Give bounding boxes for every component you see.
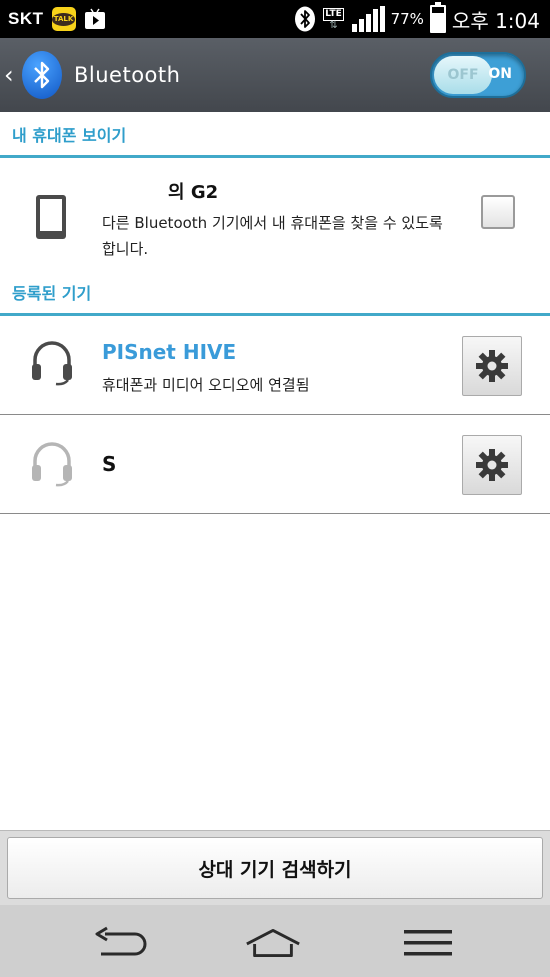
home-icon[interactable] xyxy=(243,923,303,963)
menu-icon[interactable] xyxy=(398,923,458,963)
bluetooth-icon[interactable] xyxy=(22,51,62,99)
device-settings-button[interactable] xyxy=(462,435,522,495)
toggle-on-label: ON xyxy=(488,66,512,82)
toggle-off-label: OFF xyxy=(447,67,479,83)
action-bar: ‹ Bluetooth OFF ON xyxy=(0,38,550,112)
device-name: PISnet HIVE xyxy=(102,340,237,364)
phone-icon xyxy=(36,195,66,239)
battery-percent: 77% xyxy=(390,10,424,28)
bluetooth-toggle[interactable]: OFF ON xyxy=(430,52,526,98)
device-status: 휴대폰과 미디어 오디오에 연결됨 xyxy=(102,376,310,394)
clock: 오후 1:04 xyxy=(451,8,540,33)
device-name: S xyxy=(102,452,117,476)
headset-icon xyxy=(32,341,72,386)
gear-icon xyxy=(476,449,508,481)
visibility-description: 다른 Bluetooth 기기에서 내 휴대폰을 찾을 수 있도록 합니다. xyxy=(102,214,443,258)
headset-icon xyxy=(32,442,72,487)
bottom-bar: 상대 기기 검색하기 xyxy=(0,830,550,905)
battery-icon xyxy=(429,2,446,33)
play-store-icon xyxy=(84,8,105,29)
navigation-bar xyxy=(0,905,550,977)
visibility-checkbox[interactable] xyxy=(481,195,515,229)
lte-icon: LTE ⇅ xyxy=(323,7,344,31)
toggle-knob[interactable]: OFF xyxy=(434,56,492,94)
device-name: 의 G2 xyxy=(168,182,219,203)
paired-device-row[interactable]: S xyxy=(0,415,550,514)
page-title: Bluetooth xyxy=(74,63,181,87)
signal-strength-icon xyxy=(351,6,385,32)
gear-icon xyxy=(476,350,508,382)
section-header-paired: 등록된 기기 xyxy=(0,270,550,316)
chevron-left-icon[interactable]: ‹ xyxy=(4,61,20,89)
kakaotalk-icon: TALK xyxy=(51,7,76,31)
device-settings-button[interactable] xyxy=(462,336,522,396)
status-bar: SKT TALK LTE ⇅ 77% 오후 1:04 xyxy=(0,0,550,38)
kakaotalk-badge-text: TALK xyxy=(51,12,76,26)
bluetooth-status-icon xyxy=(294,6,315,32)
paired-device-row[interactable]: PISnet HIVE 휴대폰과 미디어 오디오에 연결됨 xyxy=(0,316,550,415)
carrier-label: SKT xyxy=(8,9,44,28)
section-header-visibility: 내 휴대폰 보이기 xyxy=(0,112,550,158)
back-arrow-icon[interactable] xyxy=(90,923,150,963)
search-devices-button[interactable]: 상대 기기 검색하기 xyxy=(7,837,543,899)
phone-visibility-row[interactable]: 의 G2 다른 Bluetooth 기기에서 내 휴대폰을 찾을 수 있도록 합… xyxy=(0,158,550,280)
lte-label: LTE xyxy=(323,7,344,21)
